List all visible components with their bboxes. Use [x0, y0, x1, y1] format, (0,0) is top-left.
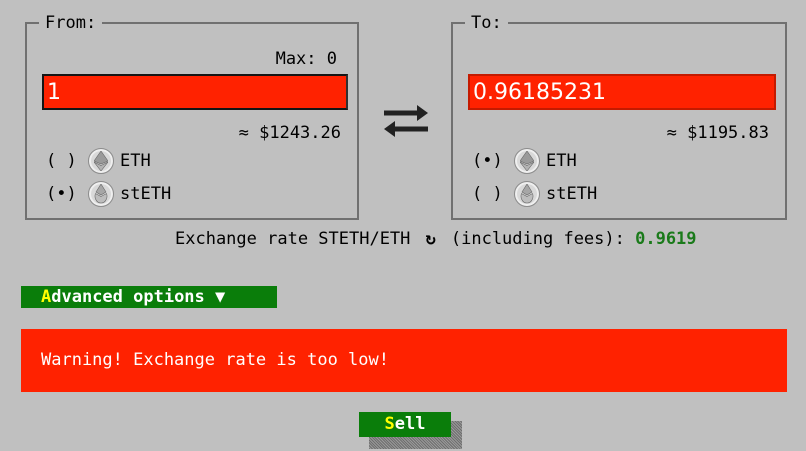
swap-arrows-icon[interactable] — [381, 103, 431, 139]
to-option-steth[interactable]: ( ) stETH — [472, 179, 597, 209]
steth-icon — [88, 181, 114, 207]
from-eth-label: ETH — [120, 151, 151, 171]
advanced-options-button[interactable]: Advanced options ▼ — [21, 286, 277, 308]
sell-hotkey: S — [384, 414, 395, 434]
refresh-icon[interactable]: ↻ — [421, 229, 441, 249]
eth-icon — [514, 148, 540, 174]
to-usd-value: ≈ $1195.83 — [666, 123, 769, 143]
to-option-eth[interactable]: (•) ETH — [472, 146, 577, 176]
to-steth-label: stETH — [546, 184, 598, 204]
from-panel: From: Max: 0 1 ≈ $1243.26 ( ) ETH (•) st… — [25, 13, 359, 220]
from-option-steth[interactable]: (•) stETH — [46, 179, 171, 209]
advanced-hotkey: A — [41, 287, 52, 307]
sell-label: ell — [394, 414, 426, 434]
exchange-rate-line: Exchange rate STETH/ETH ↻ (including fee… — [175, 229, 697, 249]
steth-icon — [514, 181, 540, 207]
to-eth-radio[interactable]: (•) — [472, 151, 512, 171]
to-steth-radio[interactable]: ( ) — [472, 184, 512, 204]
from-steth-radio[interactable]: (•) — [46, 184, 86, 204]
advanced-label: dvanced options ▼ — [51, 287, 226, 307]
from-legend: From: — [39, 13, 103, 33]
exchange-rate-label: Exchange rate STETH/ETH — [175, 229, 421, 249]
max-balance[interactable]: Max: 0 — [276, 49, 337, 69]
from-usd-value: ≈ $1243.26 — [238, 123, 341, 143]
from-eth-radio[interactable]: ( ) — [46, 151, 86, 171]
eth-icon — [88, 148, 114, 174]
from-steth-label: stETH — [120, 184, 172, 204]
from-option-eth[interactable]: ( ) ETH — [46, 146, 151, 176]
to-panel: To: 0.96185231 ≈ $1195.83 (•) ETH ( ) st… — [451, 13, 787, 220]
sell-button[interactable]: Sell — [359, 412, 451, 437]
to-amount-input[interactable]: 0.96185231 — [468, 74, 776, 110]
exchange-rate-fee-label: (including fees): — [440, 229, 636, 249]
to-eth-label: ETH — [546, 151, 577, 171]
from-amount-input[interactable]: 1 — [42, 74, 348, 110]
exchange-rate-value: 0.9619 — [635, 229, 697, 249]
warning-banner: Warning! Exchange rate is too low! — [21, 329, 787, 392]
to-legend: To: — [465, 13, 508, 33]
